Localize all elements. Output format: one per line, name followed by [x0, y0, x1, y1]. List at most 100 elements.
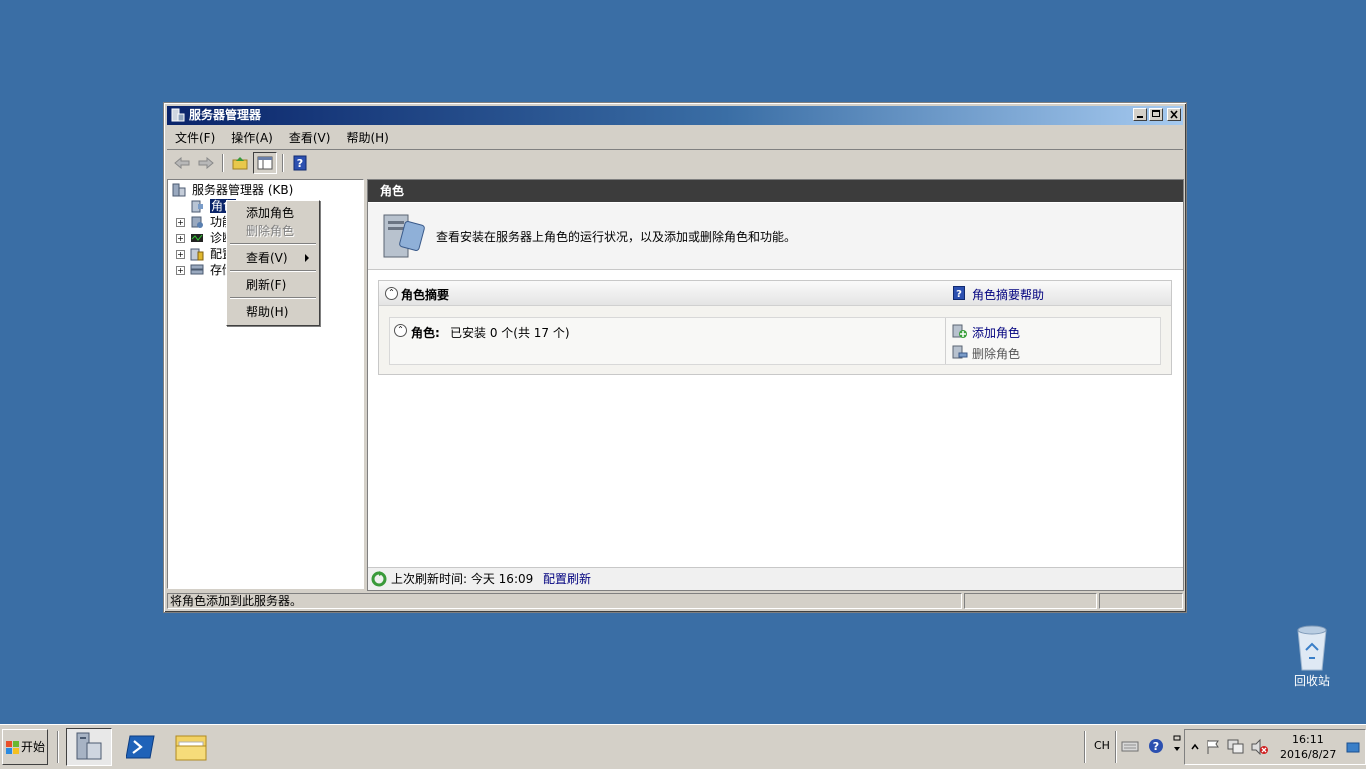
roles-status: 已安装 0 个(共 17 个)	[450, 326, 570, 340]
context-view[interactable]: 查看(V)	[246, 250, 288, 266]
menu-bar: 文件(F) 操作(A) 查看(V) 帮助(H)	[167, 127, 1183, 150]
storage-icon	[190, 264, 204, 275]
notification-area: 16:11 2016/8/27	[1184, 729, 1366, 765]
menu-separator	[230, 270, 316, 272]
window-title: 服务器管理器	[189, 108, 262, 122]
server-icon	[172, 183, 186, 197]
network-icon[interactable]	[1227, 739, 1245, 755]
help-button[interactable]: ?	[289, 153, 311, 173]
svg-text:?: ?	[297, 157, 303, 170]
toolbar-separator	[282, 154, 284, 172]
options-icon[interactable]	[1173, 735, 1181, 755]
context-menu: 添加角色 删除角色 查看(V) 刷新(F) 帮助(H)	[226, 200, 320, 326]
help-icon: ?	[293, 155, 307, 171]
toolbar-separator	[222, 154, 224, 172]
help-icon[interactable]: ?	[1148, 738, 1164, 754]
roles-actions: 添加角色 删除角色	[945, 318, 1160, 364]
system-tray: CH ? 16:11 2016/8/27	[1084, 725, 1366, 769]
taskbar-server-manager[interactable]	[66, 728, 112, 766]
context-add-roles[interactable]: 添加角色	[246, 205, 294, 221]
roles-status-box: ⌃ 角色: 已安装 0 个(共 17 个) 添加角色 删除角色	[389, 317, 1161, 365]
details-pane: 角色 查看安装在服务器上角色的运行状况，以及添加或删除角色和功能。 ⌃ 角色摘要…	[367, 179, 1184, 591]
powershell-icon	[126, 735, 155, 759]
clock-date[interactable]: 2016/8/27	[1280, 748, 1336, 761]
chevron-up-icon[interactable]	[1191, 743, 1199, 751]
forward-button[interactable]	[195, 153, 217, 173]
roles-label: 角色:	[411, 326, 440, 340]
roles-summary-help-link[interactable]: 角色摘要帮助	[972, 286, 1044, 303]
action-center-flag-icon[interactable]	[1205, 739, 1221, 755]
language-indicator[interactable]: CH	[1094, 739, 1110, 752]
maximize-button[interactable]	[1149, 108, 1163, 121]
submenu-arrow-icon	[305, 254, 309, 262]
description-panel: 查看安装在服务器上角色的运行状况，以及添加或删除角色和功能。	[368, 203, 1183, 270]
minimize-button[interactable]	[1133, 108, 1147, 121]
configuration-icon	[190, 248, 204, 261]
server-manager-icon	[171, 108, 185, 122]
refresh-footer: 上次刷新时间: 今天 16:09 配置刷新	[368, 567, 1183, 590]
roles-summary-title: 角色摘要	[401, 288, 450, 302]
volume-muted-icon[interactable]	[1251, 739, 1269, 755]
clock-time[interactable]: 16:11	[1292, 733, 1324, 746]
recycle-bin-label: 回收站	[1293, 674, 1330, 688]
status-bar: 将角色添加到此服务器。	[167, 593, 1183, 609]
status-cell	[1099, 593, 1183, 609]
expand-icon[interactable]: +	[176, 250, 185, 259]
title-bar[interactable]: 服务器管理器	[167, 106, 1183, 125]
show-hide-tree-icon	[257, 156, 273, 170]
tree-root[interactable]: 服务器管理器 (KB)	[172, 182, 293, 198]
back-arrow-icon	[174, 157, 190, 169]
up-one-level-button[interactable]	[229, 153, 251, 173]
collapse-icon[interactable]: ⌃	[394, 324, 407, 337]
roles-summary-header: ⌃ 角色摘要 ? 角色摘要帮助	[379, 281, 1171, 306]
show-hide-tree-button[interactable]	[253, 152, 277, 174]
add-roles-link[interactable]: 添加角色	[972, 324, 1020, 341]
windows-logo-icon	[6, 741, 19, 754]
status-text: 将角色添加到此服务器。	[167, 593, 963, 609]
recycle-bin[interactable]: 回收站	[1288, 624, 1336, 689]
context-help[interactable]: 帮助(H)	[246, 304, 288, 320]
collapse-icon[interactable]: ⌃	[385, 287, 398, 300]
show-desktop-icon[interactable]	[1346, 742, 1360, 754]
close-icon	[1170, 110, 1178, 119]
pane-header: 角色	[368, 180, 1183, 202]
tray-separator	[1084, 731, 1086, 763]
add-roles-icon	[952, 324, 967, 338]
expand-icon[interactable]: +	[176, 234, 185, 243]
up-folder-icon	[232, 157, 248, 170]
tree-root-label: 服务器管理器 (KB)	[192, 183, 294, 197]
last-refresh-text: 上次刷新时间: 今天 16:09	[391, 572, 534, 586]
keyboard-icon[interactable]	[1121, 739, 1139, 753]
taskbar: 开始 CH ? 16:11 2016/8/27	[0, 724, 1366, 769]
roles-large-icon	[383, 214, 425, 258]
expand-icon[interactable]: +	[176, 266, 185, 275]
close-button[interactable]	[1167, 108, 1181, 121]
svg-text:?: ?	[1153, 740, 1159, 753]
toolbar: ?	[167, 151, 1183, 175]
folder-icon	[175, 735, 207, 761]
context-remove-roles: 删除角色	[246, 224, 295, 238]
configure-refresh-link[interactable]: 配置刷新	[543, 568, 591, 590]
menu-separator	[230, 297, 316, 299]
refresh-icon	[371, 571, 387, 587]
server-manager-window: 服务器管理器 文件(F) 操作(A) 查看(V) 帮助(H) ? 服务器管理器 …	[163, 102, 1187, 613]
expand-icon[interactable]: +	[176, 218, 185, 227]
back-button[interactable]	[171, 153, 193, 173]
context-refresh[interactable]: 刷新(F)	[246, 277, 286, 293]
menu-view[interactable]: 查看(V)	[281, 128, 339, 148]
forward-arrow-icon	[198, 157, 214, 169]
roles-icon	[191, 200, 203, 213]
menu-separator	[230, 243, 316, 245]
menu-help[interactable]: 帮助(H)	[338, 128, 396, 148]
roles-summary-section: ⌃ 角色摘要 ? 角色摘要帮助 ⌃ 角色: 已安装 0 个(共 17 个) 添加…	[378, 280, 1172, 375]
help-icon: ?	[953, 286, 965, 300]
server-manager-icon	[76, 732, 102, 760]
taskbar-powershell[interactable]	[118, 728, 164, 766]
recycle-bin-icon	[1297, 625, 1327, 671]
menu-action[interactable]: 操作(A)	[223, 128, 281, 148]
start-button[interactable]: 开始	[2, 729, 48, 765]
features-icon	[191, 216, 203, 228]
taskbar-explorer[interactable]	[168, 728, 214, 766]
menu-file[interactable]: 文件(F)	[167, 128, 223, 148]
taskbar-separator	[57, 731, 59, 763]
